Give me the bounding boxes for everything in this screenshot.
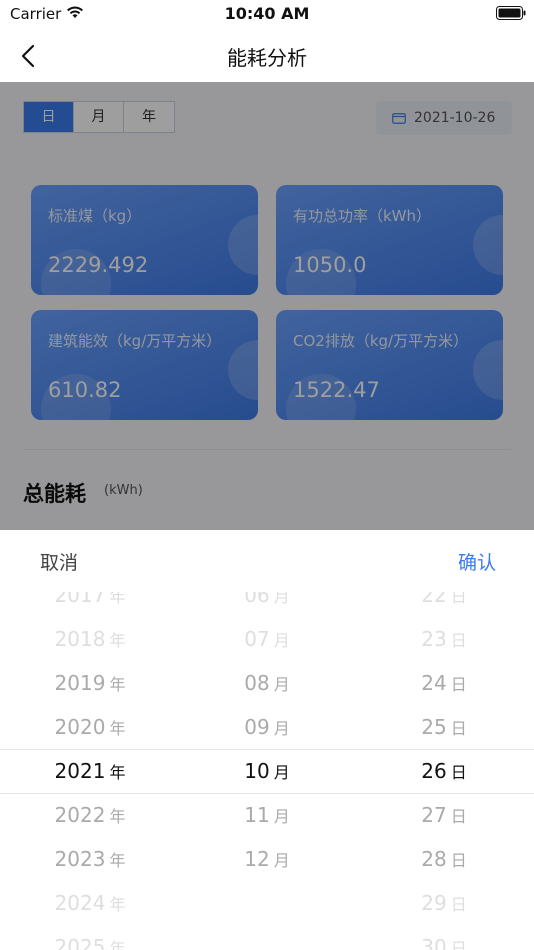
day-option-suffix: 日	[450, 631, 467, 650]
year-option[interactable]: 2021 年	[0, 749, 180, 793]
month-option-suffix: 月	[273, 592, 290, 606]
year-option[interactable]: 2019 年	[0, 661, 180, 705]
day-option-suffix: 日	[450, 592, 467, 606]
day-option-number: 27	[421, 803, 447, 827]
year-option-suffix: 年	[109, 719, 126, 738]
day-option-suffix: 日	[450, 895, 467, 914]
year-option[interactable]: 2022 年	[0, 793, 180, 837]
month-option-number: 07	[244, 627, 270, 651]
day-option-suffix: 日	[450, 763, 467, 782]
year-option[interactable]: 2023 年	[0, 837, 180, 881]
cancel-button[interactable]: 取消	[40, 548, 78, 575]
year-option-number: 2021	[54, 759, 106, 783]
clock: 10:40 AM	[224, 4, 310, 23]
month-option-number: 11	[244, 803, 270, 827]
year-option-number: 2018	[54, 627, 106, 651]
day-option[interactable]: 30 日	[354, 925, 534, 950]
day-option[interactable]: 26 日	[354, 749, 534, 793]
battery-icon	[496, 6, 526, 20]
day-option-suffix: 日	[450, 851, 467, 870]
year-option-number: 2025	[54, 935, 106, 950]
day-option-number: 28	[421, 847, 447, 871]
year-option-suffix: 年	[109, 939, 126, 950]
year-option-suffix: 年	[109, 851, 126, 870]
date-wheel-picker: 2017 年 2018 年 2019 年 2020 年 2021 年 2022 年 2023 年 2024 年…	[0, 592, 534, 950]
page-title: 能耗分析	[227, 46, 307, 70]
year-option-number: 2020	[54, 715, 106, 739]
day-option-number: 25	[421, 715, 447, 739]
day-wheel[interactable]: 22 日 23 日 24 日 25 日 26 日 27 日 28 日 29 日 30 日	[354, 592, 534, 950]
day-option[interactable]: 27 日	[354, 793, 534, 837]
day-option-suffix: 日	[450, 719, 467, 738]
year-option-number: 2022	[54, 803, 106, 827]
month-option[interactable]: 11 月	[177, 793, 357, 837]
confirm-button[interactable]: 确认	[458, 548, 496, 575]
year-option-number: 2024	[54, 891, 106, 915]
month-option-number: 09	[244, 715, 270, 739]
month-option-suffix: 月	[273, 675, 290, 694]
month-option-number: 12	[244, 847, 270, 871]
modal-backdrop[interactable]	[0, 82, 534, 530]
month-option-number: 08	[244, 671, 270, 695]
month-option-number: 06	[244, 592, 270, 607]
picker-toolbar: 取消 确认	[0, 530, 534, 592]
day-option-number: 24	[421, 671, 447, 695]
year-wheel[interactable]: 2017 年 2018 年 2019 年 2020 年 2021 年 2022 年 2023 年 2024 年…	[0, 592, 180, 950]
year-option-suffix: 年	[109, 592, 126, 606]
day-option-number: 26	[421, 759, 447, 783]
year-option[interactable]: 2017 年	[0, 592, 180, 617]
month-option-suffix: 月	[273, 719, 290, 738]
day-option[interactable]: 25 日	[354, 705, 534, 749]
month-option[interactable]: 09 月	[177, 705, 357, 749]
day-option[interactable]: 22 日	[354, 592, 534, 617]
day-option-number: 22	[421, 592, 447, 607]
day-option-suffix: 日	[450, 939, 467, 950]
month-option[interactable]: 08 月	[177, 661, 357, 705]
month-option[interactable]: 10 月	[177, 749, 357, 793]
year-option-number: 2019	[54, 671, 106, 695]
month-option-number: 10	[244, 759, 270, 783]
day-option-number: 23	[421, 627, 447, 651]
day-option-number: 30	[421, 935, 447, 950]
day-option[interactable]: 28 日	[354, 837, 534, 881]
year-option-suffix: 年	[109, 631, 126, 650]
month-option-suffix: 月	[273, 631, 290, 650]
day-option-suffix: 日	[450, 807, 467, 826]
day-option-suffix: 日	[450, 675, 467, 694]
month-option-suffix: 月	[273, 807, 290, 826]
year-option-suffix: 年	[109, 675, 126, 694]
year-option-suffix: 年	[109, 895, 126, 914]
year-option[interactable]: 2020 年	[0, 705, 180, 749]
date-picker-sheet: 取消 确认 2017 年 2018 年 2019 年 2020 年 2021 年 2022 年 2023…	[0, 530, 534, 950]
year-option-suffix: 年	[109, 807, 126, 826]
navigation-bar: 能耗分析	[0, 30, 534, 82]
year-option[interactable]: 2025 年	[0, 925, 180, 950]
year-option-number: 2017	[54, 592, 106, 607]
day-option[interactable]: 29 日	[354, 881, 534, 925]
month-option-suffix: 月	[273, 851, 290, 870]
year-option-number: 2023	[54, 847, 106, 871]
year-option[interactable]: 2018 年	[0, 617, 180, 661]
status-bar: Carrier 10:40 AM	[0, 0, 534, 30]
day-option[interactable]: 24 日	[354, 661, 534, 705]
month-option[interactable]: 07 月	[177, 617, 357, 661]
year-option-suffix: 年	[109, 763, 126, 782]
day-option-number: 29	[421, 891, 447, 915]
month-wheel[interactable]: 06 月 07 月 08 月 09 月 10 月 11 月 12 月	[177, 592, 357, 950]
month-option-suffix: 月	[273, 763, 290, 782]
month-option[interactable]: 06 月	[177, 592, 357, 617]
month-option[interactable]: 12 月	[177, 837, 357, 881]
day-option[interactable]: 23 日	[354, 617, 534, 661]
year-option[interactable]: 2024 年	[0, 881, 180, 925]
